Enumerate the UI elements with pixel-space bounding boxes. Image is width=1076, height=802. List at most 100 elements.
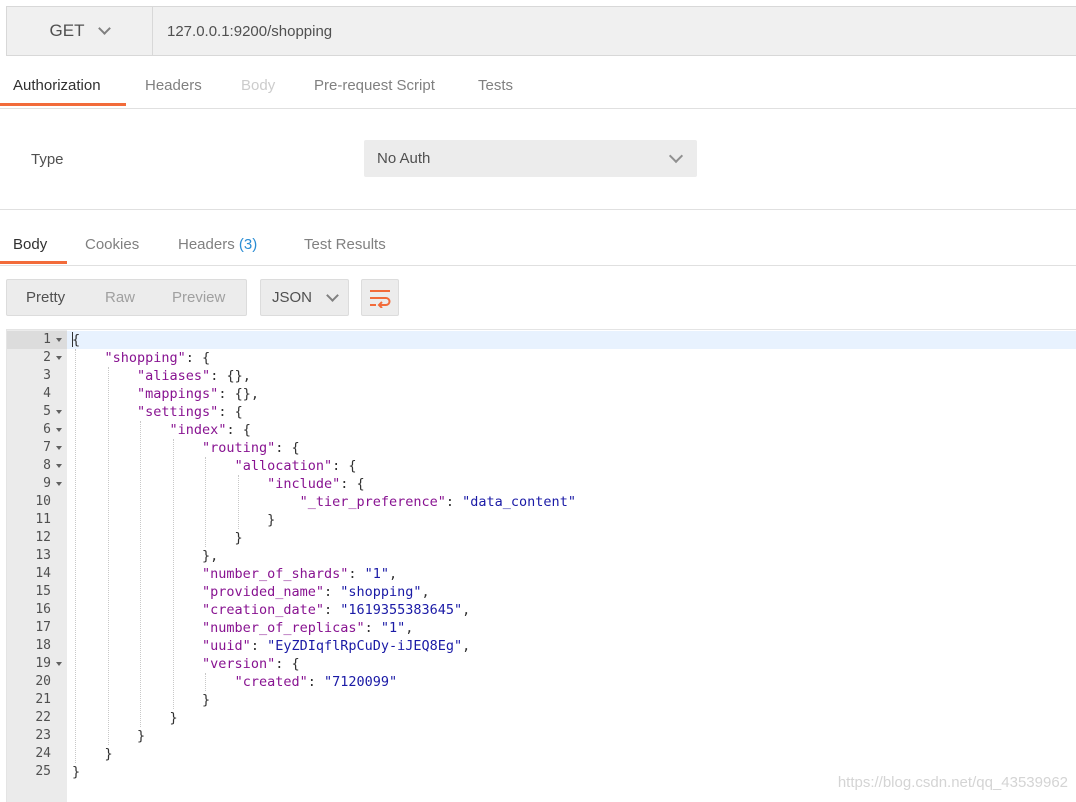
indent-guide (237, 475, 239, 529)
tab-authorization[interactable]: Authorization (13, 77, 101, 94)
tab-test-results[interactable]: Test Results (304, 236, 386, 253)
code-text: "_tier_preference": "data_content" (299, 494, 576, 510)
code-text: "include": { (267, 476, 365, 492)
code-line: 10 "_tier_preference": "data_content" (7, 493, 1076, 511)
code-line: 17 "number_of_replicas": "1", (7, 619, 1076, 637)
line-number-cell: 5 (7, 403, 67, 421)
request-tabs: Authorization Headers Body Pre-request S… (0, 58, 1076, 109)
preview-button[interactable]: Preview (172, 289, 225, 306)
line-number: 1 (43, 332, 51, 347)
code-text: "provided_name": "shopping", (202, 584, 430, 600)
line-number: 10 (35, 494, 51, 509)
fold-arrow-icon[interactable] (56, 428, 62, 432)
code-line: 20 "created": "7120099" (7, 673, 1076, 691)
tab-response-body[interactable]: Body (13, 236, 47, 253)
code-text: } (72, 728, 146, 744)
line-number: 14 (35, 566, 51, 581)
indent-guide (140, 421, 142, 727)
line-number: 8 (43, 458, 51, 473)
line-number-cell: 1 (7, 331, 67, 349)
line-number-cell: 16 (7, 601, 67, 619)
code-text: } (72, 512, 276, 528)
line-number-cell: 23 (7, 727, 67, 745)
line-number: 13 (35, 548, 51, 563)
line-number-cell: 15 (7, 583, 67, 601)
line-number-cell: 12 (7, 529, 67, 547)
line-number: 25 (35, 764, 51, 779)
tab-pre-request-script[interactable]: Pre-request Script (314, 77, 435, 94)
line-number: 21 (35, 692, 51, 707)
code-text: "version": { (202, 656, 300, 672)
code-line: 1{ (7, 331, 1076, 349)
line-number-cell: 24 (7, 745, 67, 763)
request-url-bar: GET (6, 6, 1076, 56)
line-number: 18 (35, 638, 51, 653)
code-text: } (72, 746, 113, 762)
code-line: 9 "include": { (7, 475, 1076, 493)
code-text: "uuid": "EyZDIqflRpCuDy-iJEQ8Eg", (202, 638, 471, 654)
fold-arrow-icon[interactable] (56, 410, 62, 414)
fold-arrow-icon[interactable] (56, 464, 62, 468)
code-text: "shopping": { (104, 350, 211, 366)
raw-button[interactable]: Raw (105, 289, 135, 306)
code-line: 21 } (7, 691, 1076, 709)
line-number-cell: 17 (7, 619, 67, 637)
tab-tests[interactable]: Tests (478, 77, 513, 94)
fold-arrow-icon[interactable] (56, 662, 62, 666)
code-text: } (72, 530, 243, 546)
line-number-cell: 20 (7, 673, 67, 691)
code-text: "creation_date": "1619355383645", (202, 602, 471, 618)
code-line: 3 "aliases": {}, (7, 367, 1076, 385)
fold-arrow-icon[interactable] (56, 446, 62, 450)
response-code-editor[interactable]: 1{2 "shopping": {3 "aliases": {}, 4 "mapp… (6, 329, 1076, 802)
code-line: 2 "shopping": { (7, 349, 1076, 367)
line-number-cell: 25 (7, 763, 67, 781)
line-number: 6 (43, 422, 51, 437)
auth-type-select[interactable]: No Auth (364, 140, 697, 177)
response-tabs: Body Cookies Headers (3) Test Results (0, 210, 1076, 266)
line-number: 20 (35, 674, 51, 689)
chevron-down-icon (326, 288, 339, 302)
line-number: 4 (43, 386, 51, 401)
tab-headers[interactable]: Headers (145, 77, 202, 94)
line-number-cell: 4 (7, 385, 67, 403)
fold-arrow-icon[interactable] (56, 338, 62, 342)
line-number-cell: 10 (7, 493, 67, 511)
line-number: 5 (43, 404, 51, 419)
code-line: 11 } (7, 511, 1076, 529)
line-number-cell: 21 (7, 691, 67, 709)
line-number-cell: 18 (7, 637, 67, 655)
format-select[interactable]: JSON (260, 279, 349, 316)
line-number: 19 (35, 656, 51, 671)
text-cursor (72, 332, 73, 347)
code-line: 14 "number_of_shards": "1", (7, 565, 1076, 583)
code-line: 23 } (7, 727, 1076, 745)
indent-guide (75, 349, 76, 763)
line-number-cell: 13 (7, 547, 67, 565)
code-line: 15 "provided_name": "shopping", (7, 583, 1076, 601)
chevron-down-icon (668, 148, 684, 164)
fold-arrow-icon[interactable] (56, 356, 62, 360)
tab-body[interactable]: Body (241, 77, 275, 94)
headers-count-badge: (3) (238, 236, 258, 253)
line-number: 12 (35, 530, 51, 545)
code-text: "number_of_replicas": "1", (202, 620, 414, 636)
line-number-cell: 3 (7, 367, 67, 385)
url-input[interactable] (153, 7, 1076, 55)
active-tab-indicator (0, 261, 67, 264)
line-number-cell: 19 (7, 655, 67, 673)
wrap-lines-icon (370, 289, 391, 308)
code-line: 18 "uuid": "EyZDIqflRpCuDy-iJEQ8Eg", (7, 637, 1076, 655)
code-line: 8 "allocation": { (7, 457, 1076, 475)
tab-response-headers[interactable]: Headers (3) (178, 236, 257, 253)
tab-cookies[interactable]: Cookies (85, 236, 139, 253)
fold-arrow-icon[interactable] (56, 482, 62, 486)
wrap-lines-button[interactable] (361, 279, 399, 316)
pretty-button[interactable]: Pretty (26, 289, 65, 306)
method-dropdown[interactable]: GET (7, 7, 153, 55)
line-number: 3 (43, 368, 51, 383)
line-number-cell: 2 (7, 349, 67, 367)
indent-guide (107, 367, 109, 745)
code-text: "mappings": {}, (137, 386, 259, 402)
line-number-cell: 6 (7, 421, 67, 439)
